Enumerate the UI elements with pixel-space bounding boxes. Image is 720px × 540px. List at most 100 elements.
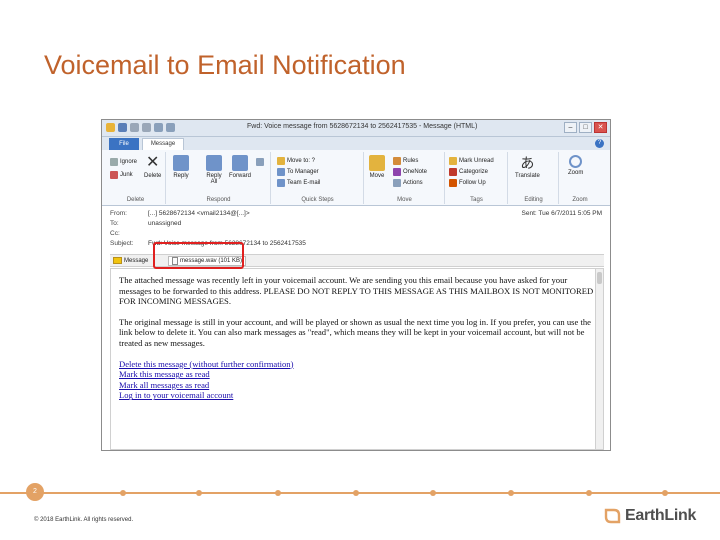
actions-label: Actions bbox=[403, 180, 423, 186]
zoom-label: Zoom bbox=[568, 170, 584, 176]
login-link[interactable]: Log in to your voicemail account bbox=[119, 390, 595, 401]
reply-all-icon bbox=[206, 155, 222, 171]
timeline-dot bbox=[430, 490, 436, 496]
window-title: Fwd: Voice message from 5628672134 to 25… bbox=[247, 123, 478, 130]
actions-button[interactable]: Actions bbox=[393, 179, 423, 187]
quick-step-team-email[interactable]: Team E-mail bbox=[277, 179, 320, 187]
group-label-move: Move bbox=[397, 197, 412, 203]
up-arrow-icon[interactable] bbox=[154, 123, 163, 132]
subject-label: Subject: bbox=[110, 240, 134, 247]
more-icon bbox=[256, 158, 264, 166]
onenote-button[interactable]: OneNote bbox=[393, 168, 427, 176]
ribbon: Ignore Junk ✕ Delete Delete Reply Reply A… bbox=[102, 150, 610, 206]
close-button[interactable]: ✕ bbox=[594, 122, 607, 133]
quick-step-move-to[interactable]: Move to: ? bbox=[277, 157, 315, 165]
respond-more-icon[interactable] bbox=[256, 158, 264, 166]
mark-unread-button[interactable]: Mark Unread bbox=[449, 157, 494, 165]
forward-icon bbox=[232, 155, 248, 171]
timeline-dot bbox=[196, 490, 202, 496]
cc-row: Cc: bbox=[110, 230, 148, 237]
to-value: unassigned bbox=[148, 220, 182, 227]
folder-icon bbox=[277, 157, 285, 165]
group-label-quick-steps: Quick Steps bbox=[301, 197, 334, 203]
mark-read-link[interactable]: Mark this message as read bbox=[119, 369, 595, 380]
reply-button[interactable]: Reply bbox=[173, 155, 189, 179]
down-arrow-icon[interactable] bbox=[166, 123, 175, 132]
timeline-dot bbox=[508, 490, 514, 496]
delete-icon: ✕ bbox=[145, 154, 160, 171]
sent-timestamp: Sent: Tue 6/7/2011 5:05 PM bbox=[521, 210, 602, 217]
undo-icon[interactable] bbox=[130, 123, 139, 132]
timeline-dot bbox=[662, 490, 668, 496]
group-label-respond: Respond bbox=[206, 197, 231, 203]
scrollbar-thumb[interactable] bbox=[597, 272, 602, 284]
onenote-label: OneNote bbox=[403, 169, 428, 175]
envelope-icon bbox=[449, 157, 457, 165]
from-row: From: [...] 5628672134 <vmail2134@[...]> bbox=[110, 210, 250, 217]
quick-step-to-manager[interactable]: To Manager bbox=[277, 168, 319, 176]
group-label-delete: Delete bbox=[126, 197, 145, 203]
group-label-editing: Editing bbox=[524, 197, 543, 203]
timeline-dot bbox=[275, 490, 281, 496]
help-icon[interactable]: ? bbox=[595, 139, 604, 148]
save-icon[interactable] bbox=[118, 123, 127, 132]
quick-access-toolbar bbox=[106, 123, 175, 132]
move-label: Move bbox=[369, 173, 385, 179]
forward-label: Forward bbox=[229, 173, 252, 179]
message-tab-label: Message bbox=[124, 257, 149, 264]
categorize-button[interactable]: Categorize bbox=[449, 168, 488, 176]
follow-up-button[interactable]: Follow Up bbox=[449, 179, 486, 187]
ribbon-group-zoom: Zoom Zoom bbox=[560, 152, 600, 204]
minimize-button[interactable]: – bbox=[564, 122, 577, 133]
message-tab[interactable]: Message bbox=[113, 257, 148, 264]
ribbon-group-tags: Mark Unread Categorize Follow Up Tags bbox=[446, 152, 508, 204]
move-button[interactable]: Move bbox=[369, 155, 385, 179]
ignore-icon bbox=[110, 158, 118, 166]
earthlink-logo: EarthLink bbox=[602, 506, 696, 526]
reply-all-label: Reply All bbox=[206, 173, 222, 185]
ignore-button[interactable]: Ignore bbox=[110, 158, 137, 166]
slide: Voicemail to Email Notification Fwd: Voi… bbox=[0, 0, 720, 540]
actions-icon bbox=[393, 179, 401, 187]
earthlink-logo-text: EarthLink bbox=[625, 507, 697, 524]
ribbon-group-delete: Ignore Junk ✕ Delete Delete bbox=[106, 152, 166, 204]
translate-icon: あ bbox=[520, 155, 535, 171]
from-value[interactable]: [...] 5628672134 <vmail2134@[...]> bbox=[148, 210, 250, 217]
delete-button[interactable]: ✕ Delete bbox=[144, 154, 162, 180]
timeline-line bbox=[0, 492, 720, 494]
team-email-label: Team E-mail bbox=[287, 180, 321, 186]
tab-message[interactable]: Message bbox=[142, 138, 184, 150]
flag-icon bbox=[449, 179, 457, 187]
rules-button[interactable]: Rules bbox=[393, 157, 418, 165]
ribbon-group-move: Move Rules OneNote Actions Move bbox=[365, 152, 445, 204]
maximize-button[interactable]: □ bbox=[579, 122, 592, 133]
move-to-label: Move to: ? bbox=[287, 158, 316, 164]
to-manager-label: To Manager bbox=[287, 169, 319, 175]
outlook-message-window: Fwd: Voice message from 5628672134 to 25… bbox=[101, 119, 611, 451]
cc-label: Cc: bbox=[110, 230, 120, 237]
redo-icon[interactable] bbox=[142, 123, 151, 132]
ribbon-group-quick-steps: Move to: ? To Manager Team E-mail Quick … bbox=[272, 152, 364, 204]
ribbon-group-respond: Reply Reply All Forward Respond bbox=[167, 152, 271, 204]
translate-button[interactable]: あ Translate bbox=[515, 155, 540, 179]
delete-label: Delete bbox=[144, 173, 162, 179]
window-controls: – □ ✕ bbox=[564, 122, 607, 133]
page-number: 2 bbox=[26, 483, 44, 501]
copyright-footer: © 2018 EarthLink. All rights reserved. bbox=[34, 517, 134, 523]
onenote-icon bbox=[393, 168, 401, 176]
earthlink-logo-icon bbox=[604, 508, 621, 524]
forward-button[interactable]: Forward bbox=[229, 155, 251, 179]
delete-message-link[interactable]: Delete this message (without further con… bbox=[119, 359, 595, 370]
mark-all-read-link[interactable]: Mark all messages as read bbox=[119, 380, 595, 391]
tab-file[interactable]: File bbox=[109, 138, 139, 150]
vertical-scrollbar[interactable] bbox=[595, 269, 603, 449]
timeline-bar bbox=[0, 490, 720, 501]
zoom-button[interactable]: Zoom bbox=[568, 155, 583, 176]
mark-unread-label: Mark Unread bbox=[459, 158, 494, 164]
reply-all-button[interactable]: Reply All bbox=[203, 155, 225, 185]
timeline-dot bbox=[120, 490, 126, 496]
outlook-icon bbox=[106, 123, 115, 132]
junk-button[interactable]: Junk bbox=[110, 171, 133, 179]
categorize-label: Categorize bbox=[459, 169, 489, 175]
window-titlebar: Fwd: Voice message from 5628672134 to 25… bbox=[102, 120, 610, 137]
